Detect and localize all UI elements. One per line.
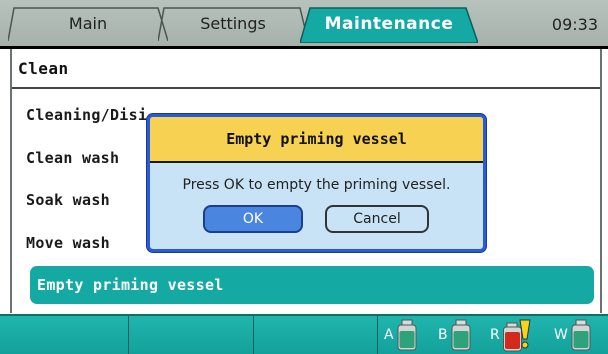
menu-item-empty-priming-vessel[interactable]: Empty priming vessel: [30, 266, 594, 304]
status-segment-3: [253, 316, 378, 354]
instrument-screen: Main Settings Maintenance 09:33 Clean Cl…: [0, 0, 608, 354]
dialog-title: Empty priming vessel: [150, 117, 483, 163]
menu-item-soak-wash[interactable]: Soak wash: [26, 191, 110, 209]
warning-bottle-icon: [502, 319, 531, 352]
tab-settings[interactable]: Settings: [158, 6, 308, 41]
menu-item-cleaning-disinfection[interactable]: Cleaning/Disi: [26, 106, 147, 124]
tab-main-label: Main: [68, 14, 108, 33]
tab-settings-label: Settings: [200, 14, 266, 33]
reagent-indicator-a[interactable]: A: [384, 316, 417, 354]
ok-button[interactable]: OK: [203, 205, 303, 233]
reagent-letter-a: A: [384, 327, 394, 343]
confirm-dialog: Empty priming vessel Press OK to empty t…: [147, 114, 486, 252]
section-title: Clean: [18, 59, 69, 78]
bottle-icon: [451, 319, 471, 351]
clock: 09:33: [551, 15, 598, 34]
tab-bar: Main Settings Maintenance 09:33: [0, 0, 608, 49]
cancel-button[interactable]: Cancel: [325, 205, 429, 233]
tab-maintenance-label: Maintenance: [324, 13, 454, 34]
tab-main[interactable]: Main: [8, 6, 168, 41]
tab-maintenance[interactable]: Maintenance: [300, 6, 478, 43]
bottle-icon: [397, 319, 417, 351]
menu-item-clean-wash[interactable]: Clean wash: [26, 149, 119, 167]
reagent-indicator-r[interactable]: R: [490, 316, 537, 354]
menu-item-move-wash[interactable]: Move wash: [26, 234, 110, 252]
dialog-message: Press OK to empty the priming vessel.: [182, 177, 451, 193]
status-bar: A B R W: [0, 314, 608, 354]
reagent-letter-w: W: [554, 327, 568, 343]
bottle-icon: [571, 319, 591, 351]
status-segment-1: [0, 316, 129, 354]
reagent-indicator-b[interactable]: B: [438, 316, 471, 354]
reagent-letter-b: B: [438, 327, 448, 343]
section-divider: [12, 87, 600, 89]
reagent-indicator-w[interactable]: W: [554, 316, 591, 354]
reagent-indicators: A B R W: [378, 316, 608, 354]
reagent-letter-r: R: [490, 327, 500, 343]
status-segment-2: [128, 316, 254, 354]
